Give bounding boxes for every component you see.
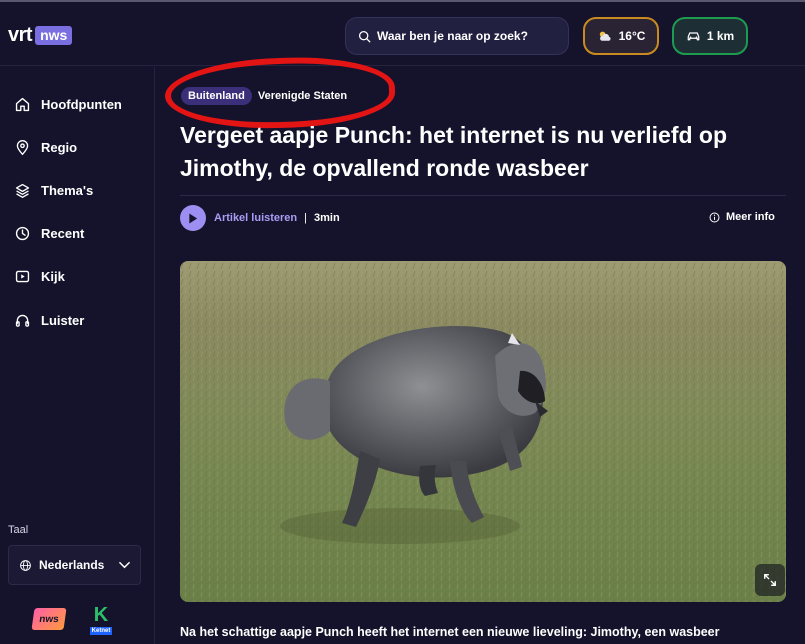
tag-verenigde-staten[interactable]: Verenigde Staten [258,90,347,102]
sidebar-item-label: Hoofdpunten [41,97,122,112]
car-icon [687,32,700,41]
sidebar-item-kijk[interactable]: Kijk [14,268,65,285]
audio-duration: 3min [314,212,340,224]
language-selected-value: Nederlands [39,558,105,572]
ketnet-app-link[interactable]: K Ketnet [86,605,116,635]
sidebar-item-recent[interactable]: Recent [14,225,84,242]
more-info-label: Meer info [726,211,775,223]
article-intro: Na het schattige aapje Punch heeft het i… [180,625,720,639]
logo-nws-badge: nws [35,26,73,45]
sidebar-item-label: Thema's [41,183,94,198]
play-button[interactable] [180,205,206,231]
play-icon [189,212,198,224]
search-input[interactable] [377,29,557,43]
sidebar-item-label: Kijk [41,269,65,284]
chevron-down-icon [119,561,130,569]
weather-button[interactable]: 16°C [583,17,659,55]
location-pin-icon [16,140,29,156]
article-title: Vergeet aapje Punch: het internet is nu … [180,122,728,181]
sidebar: Hoofdpunten Regio Thema's Recent Kijk Lu… [0,67,155,644]
sidebar-item-label: Recent [41,226,85,241]
hero-image-raccoon[interactable] [180,261,786,602]
site-header: vrt nws 16°C 1 km [0,2,805,66]
sidebar-item-themas[interactable]: Thema's [14,182,93,199]
search-icon [358,30,371,42]
home-icon [15,97,30,112]
headphones-icon [15,314,30,327]
vrt-nws-logo[interactable]: vrt nws [8,24,73,47]
search-box[interactable] [345,17,569,55]
traffic-button[interactable]: 1 km [672,17,748,55]
layers-icon [15,183,30,198]
play-box-icon [15,270,30,283]
globe-icon [20,559,31,571]
listen-article-control[interactable]: Artikel luisteren | 3min [180,205,340,231]
title-divider [180,195,786,196]
nws-app-link[interactable]: nws [31,608,67,630]
sidebar-item-hoofdpunten[interactable]: Hoofdpunten [14,96,122,113]
traffic-jam-length: 1 km [706,29,735,43]
tag-buitenland[interactable]: Buitenland [181,87,252,105]
clock-icon [15,226,30,241]
raccoon-photo-illustration [180,261,786,602]
sidebar-item-regio[interactable]: Regio [14,139,77,156]
audio-separator: | [304,212,307,224]
more-info-button[interactable]: Meer info [709,211,775,223]
language-select[interactable]: Nederlands [8,545,141,585]
expand-icon [764,574,776,586]
nws-app-label: nws [38,613,60,625]
sidebar-item-luister[interactable]: Luister [14,312,84,329]
ketnet-caption: Ketnet [89,627,113,635]
language-heading: Taal [8,524,29,536]
weather-temperature: 16°C [618,29,646,43]
logo-vrt-text: vrt [8,24,33,46]
partly-cloudy-icon [599,31,611,41]
ketnet-logo-icon: K [93,604,109,626]
sidebar-item-label: Luister [41,313,85,328]
sidebar-item-label: Regio [41,140,78,155]
info-icon [709,212,720,222]
article-main: Buitenland Verenigde Staten Vergeet aapj… [155,54,805,644]
listen-label[interactable]: Artikel luisteren [214,212,297,224]
expand-image-button[interactable] [755,564,785,596]
article-tags: Buitenland Verenigde Staten [181,87,347,105]
